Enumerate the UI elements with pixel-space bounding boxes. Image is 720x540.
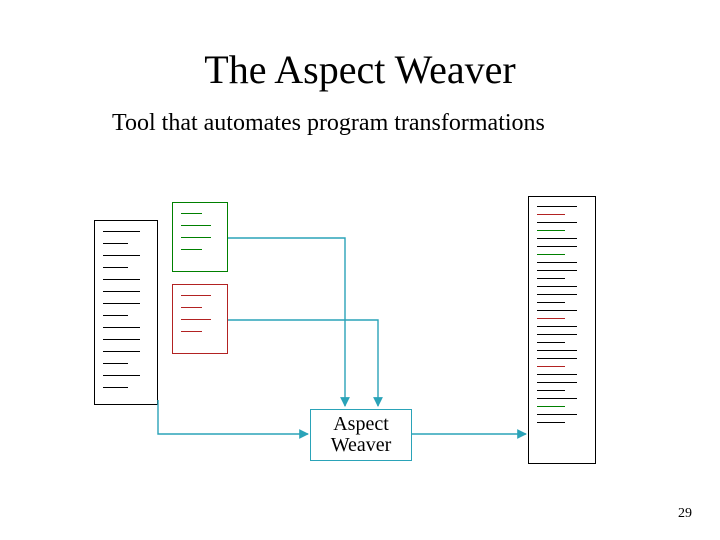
code-line	[537, 382, 577, 383]
code-line	[103, 363, 128, 364]
code-line	[537, 342, 565, 343]
code-line	[537, 262, 577, 263]
code-line	[103, 255, 140, 256]
code-line	[537, 302, 565, 303]
code-line	[103, 243, 128, 244]
code-line	[181, 331, 202, 332]
code-line	[103, 279, 140, 280]
code-line	[537, 246, 577, 247]
code-line	[103, 231, 140, 232]
code-line	[537, 334, 577, 335]
code-line	[537, 222, 577, 223]
code-line	[537, 286, 577, 287]
code-line	[103, 315, 128, 316]
code-line	[537, 318, 565, 319]
code-line	[537, 310, 577, 311]
code-line	[537, 390, 565, 391]
code-line	[537, 374, 577, 375]
arrow-source-to-weaver	[158, 400, 308, 434]
code-line	[103, 291, 140, 292]
weaver-label-line1: Aspect	[333, 414, 389, 435]
page-number: 29	[678, 506, 692, 522]
slide-subtitle: Tool that automates program transformati…	[112, 110, 545, 137]
code-line	[181, 295, 211, 296]
code-line	[537, 326, 577, 327]
code-line	[537, 422, 565, 423]
code-line	[537, 214, 565, 215]
code-line	[103, 267, 128, 268]
arrow-aspect-red-to-weaver	[228, 320, 378, 406]
code-line	[103, 375, 140, 376]
code-line	[181, 225, 211, 226]
code-line	[181, 307, 202, 308]
arrow-aspect-green-to-weaver	[228, 238, 345, 406]
code-line	[537, 270, 577, 271]
aspect-red-box	[172, 284, 228, 354]
code-line	[103, 339, 140, 340]
code-line	[181, 319, 211, 320]
code-line	[537, 238, 577, 239]
code-line	[537, 206, 577, 207]
code-line	[537, 414, 577, 415]
source-program-box	[94, 220, 158, 405]
code-line	[537, 350, 577, 351]
code-line	[181, 249, 202, 250]
code-line	[537, 398, 577, 399]
aspect-green-box	[172, 202, 228, 272]
code-line	[103, 327, 140, 328]
aspect-weaver-box: Aspect Weaver	[310, 409, 412, 461]
code-line	[103, 351, 140, 352]
weaver-label-line2: Weaver	[331, 435, 392, 456]
code-line	[181, 237, 211, 238]
code-line	[537, 294, 577, 295]
code-line	[181, 213, 202, 214]
code-line	[537, 358, 577, 359]
code-line	[103, 303, 140, 304]
code-line	[103, 387, 128, 388]
code-line	[537, 254, 565, 255]
woven-output-box	[528, 196, 596, 464]
code-line	[537, 230, 565, 231]
code-line	[537, 406, 565, 407]
code-line	[537, 366, 565, 367]
slide-title: The Aspect Weaver	[0, 46, 720, 93]
code-line	[537, 278, 565, 279]
